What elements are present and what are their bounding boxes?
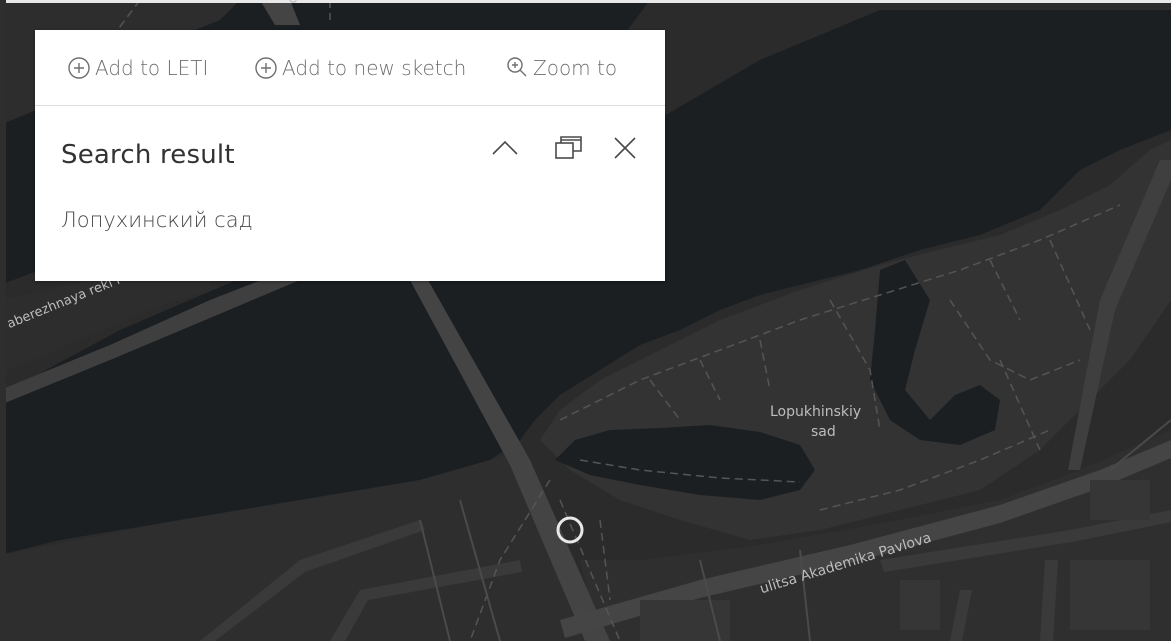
dock-button[interactable] [551, 130, 587, 166]
add-to-new-sketch-button[interactable]: Add to new sketch [254, 54, 466, 82]
add-to-leti-button[interactable]: Add to LETI [67, 54, 208, 82]
plus-circle-icon [255, 57, 277, 79]
chevron-up-icon [492, 140, 518, 155]
search-result-popup: Add to LETI Add to new sketch Zoom to Se… [35, 30, 665, 281]
close-button[interactable] [607, 130, 643, 166]
close-icon [614, 137, 636, 159]
map-top-edge [0, 0, 1171, 3]
park-label: Lopukhinskiy [770, 404, 862, 420]
zoom-in-icon [507, 57, 527, 77]
popup-title: Search result [61, 140, 235, 170]
plus-circle-icon [68, 57, 90, 79]
add-to-new-sketch-label: Add to new sketch [282, 56, 467, 80]
dock-icon [555, 136, 582, 159]
popup-action-bar: Add to LETI Add to new sketch Zoom to [35, 30, 665, 106]
zoom-to-button[interactable]: Zoom to [505, 54, 617, 82]
collapse-button[interactable] [487, 130, 523, 166]
zoom-to-label: Zoom to [533, 56, 618, 80]
add-to-leti-label: Add to LETI [95, 56, 209, 80]
park-label-line2: sad [811, 424, 836, 440]
popup-result-text: Лопухинский сад [61, 208, 253, 232]
